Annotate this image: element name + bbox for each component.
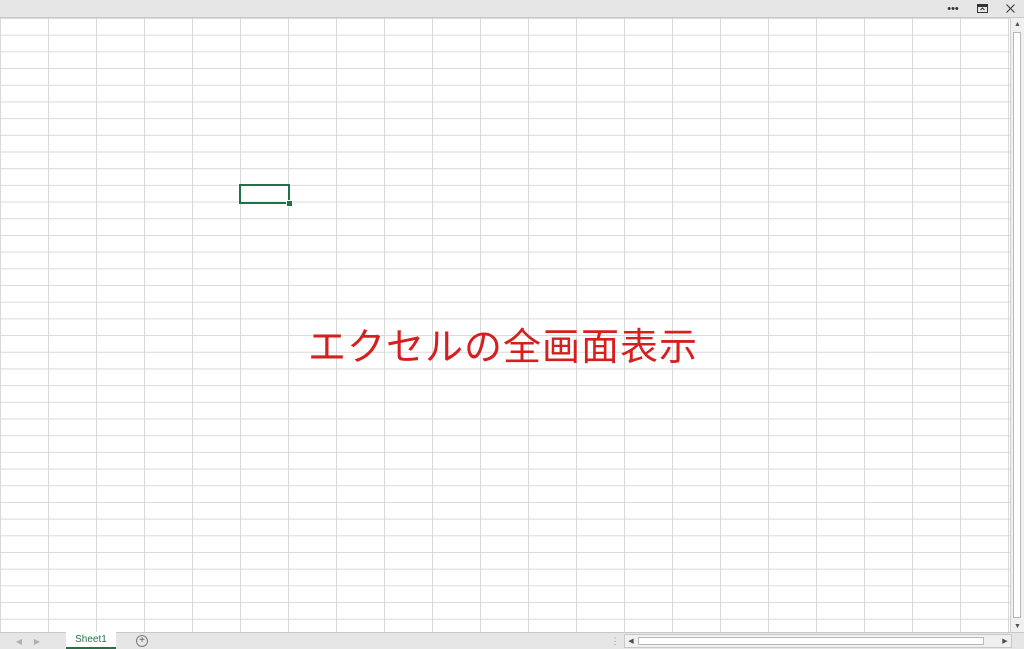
restore-ribbon-button[interactable] [971, 0, 993, 17]
vertical-scroll-thumb[interactable] [1013, 32, 1021, 618]
title-bar: ••• [0, 0, 1024, 18]
close-icon [1005, 4, 1015, 13]
prev-sheet-arrow-icon[interactable]: ◀ [12, 634, 26, 648]
split-handle-icon[interactable]: ⋮ [611, 635, 620, 648]
scroll-right-arrow-icon[interactable]: ▶ [999, 635, 1011, 647]
ellipsis-icon: ••• [947, 2, 959, 15]
restore-ribbon-icon [976, 4, 988, 13]
active-cell[interactable] [239, 184, 290, 204]
ribbon-display-options-button[interactable]: ••• [942, 0, 964, 17]
scroll-up-arrow-icon[interactable]: ▲ [1011, 18, 1024, 30]
close-button[interactable] [999, 0, 1021, 17]
vertical-scrollbar[interactable]: ▲ ▼ [1010, 18, 1024, 632]
sheet-tab-sheet1[interactable]: Sheet1 [66, 632, 116, 649]
scroll-left-arrow-icon[interactable]: ◀ [625, 635, 637, 647]
horizontal-scrollbar[interactable]: ◀ ▶ [624, 634, 1012, 648]
horizontal-scroll-thumb[interactable] [638, 637, 984, 645]
worksheet-grid[interactable]: エクセルの全画面表示 [0, 18, 1010, 632]
next-sheet-arrow-icon[interactable]: ▶ [30, 634, 44, 648]
fill-handle[interactable] [286, 200, 293, 207]
caption-overlay: エクセルの全画面表示 [308, 325, 699, 369]
scroll-down-arrow-icon[interactable]: ▼ [1011, 620, 1024, 632]
sheet-tab-bar: ◀ ▶ Sheet1 + ⋮ ◀ ▶ [0, 632, 1024, 649]
plus-circle-icon[interactable]: + [136, 635, 148, 647]
